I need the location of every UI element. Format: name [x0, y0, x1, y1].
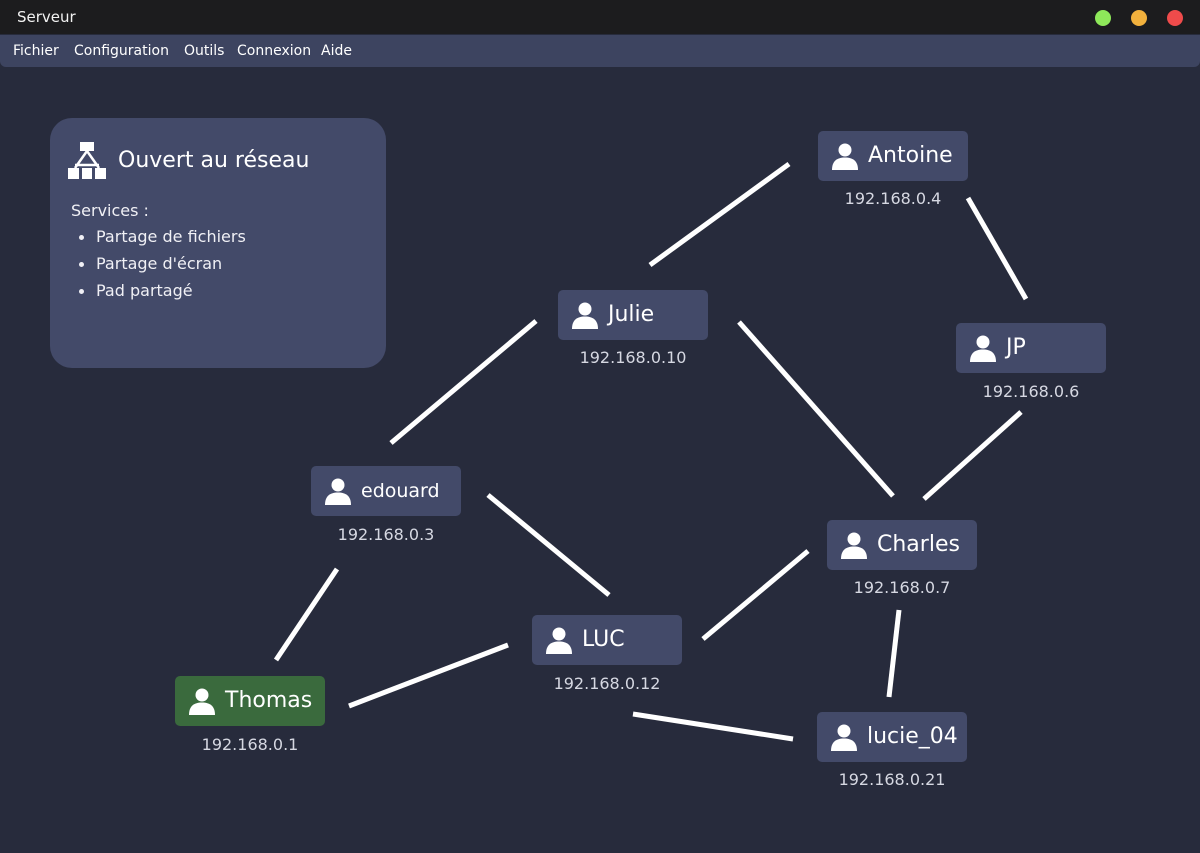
user-icon — [546, 627, 572, 654]
node-name: Antoine — [868, 143, 953, 168]
node-jp[interactable]: JP — [956, 323, 1106, 373]
connection-jp-charles — [922, 410, 1023, 501]
service-shared-pad: Pad partagé — [96, 281, 193, 300]
node-name: edouard — [361, 480, 440, 502]
connection-antoine-jp — [965, 196, 1029, 301]
node-ip: 192.168.0.10 — [579, 348, 687, 367]
services-list: Partage de fichiers Partage d'écran Pad … — [74, 227, 246, 308]
service-item: Partage d'écran — [74, 254, 246, 281]
node-name: Charles — [877, 532, 960, 557]
user-icon — [325, 478, 351, 505]
node-name: Thomas — [225, 688, 313, 713]
node-lucie[interactable]: lucie_04 — [817, 712, 967, 762]
connection-julie-charles — [737, 320, 895, 498]
node-ip: 192.168.0.7 — [853, 578, 951, 597]
connection-charles-lucie — [886, 609, 902, 698]
service-screen-sharing: Partage d'écran — [96, 254, 223, 273]
user-icon — [841, 532, 867, 559]
user-icon — [970, 335, 996, 362]
node-name: LUC — [582, 627, 625, 652]
service-item: Partage de fichiers — [74, 227, 246, 254]
user-icon — [831, 724, 857, 751]
bullet-icon — [79, 262, 84, 267]
node-ip: 192.168.0.21 — [838, 770, 946, 789]
user-icon — [572, 302, 598, 329]
node-name: JP — [1006, 335, 1026, 360]
connection-julie-edouard — [389, 319, 538, 445]
connection-luc-charles — [701, 549, 810, 641]
bullet-icon — [79, 289, 84, 294]
node-ip: 192.168.0.4 — [844, 189, 942, 208]
user-icon — [832, 143, 858, 170]
node-name: lucie_04 — [867, 724, 958, 749]
node-ip: 192.168.0.3 — [337, 525, 435, 544]
node-julie[interactable]: Julie — [558, 290, 708, 340]
node-ip: 192.168.0.12 — [553, 674, 661, 693]
node-ip: 192.168.0.1 — [201, 735, 299, 754]
connection-thomas-luc — [348, 642, 509, 709]
service-item: Pad partagé — [74, 281, 246, 308]
node-thomas-local[interactable]: Thomas — [175, 676, 325, 726]
node-antoine[interactable]: Antoine — [818, 131, 968, 181]
service-file-sharing: Partage de fichiers — [96, 227, 246, 246]
network-status-title: Ouvert au réseau — [118, 148, 310, 173]
node-ip: 192.168.0.6 — [982, 382, 1080, 401]
connection-julie-antoine — [648, 161, 791, 268]
connection-edouard-luc — [486, 493, 611, 597]
node-name: Julie — [608, 302, 655, 327]
node-charles[interactable]: Charles — [827, 520, 977, 570]
connection-edouard-thomas — [273, 567, 340, 662]
node-edouard[interactable]: edouard — [311, 466, 461, 516]
network-status-panel: Ouvert au réseau Services : Partage de f… — [50, 118, 386, 368]
connection-luc-lucie — [632, 711, 794, 742]
user-icon — [189, 688, 215, 715]
services-label: Services : — [71, 201, 149, 220]
network-icon — [68, 142, 106, 179]
node-luc[interactable]: LUC — [532, 615, 682, 665]
bullet-icon — [79, 235, 84, 240]
